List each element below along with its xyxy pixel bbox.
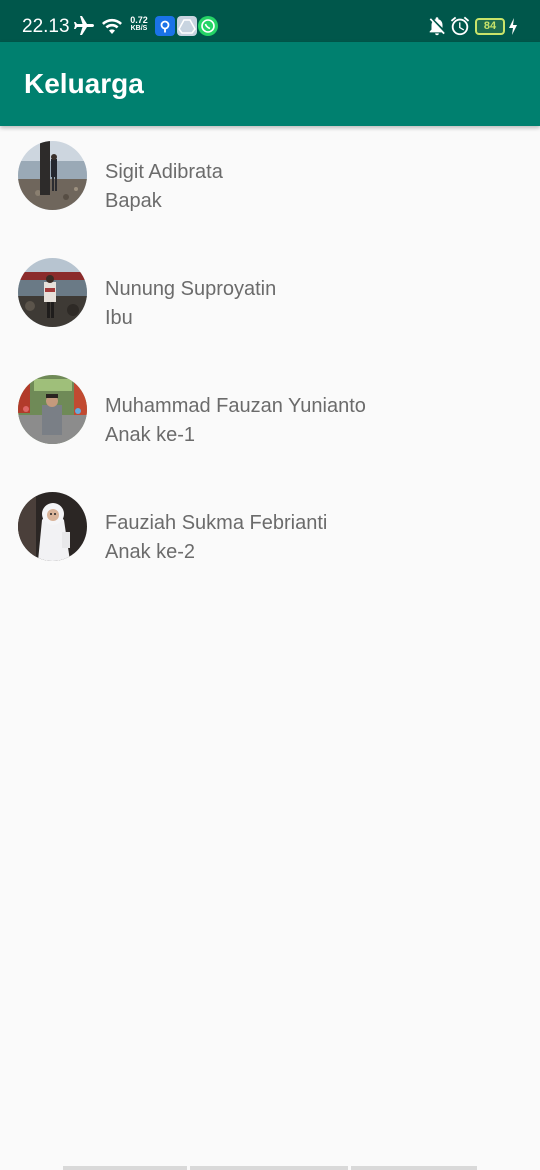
- status-bar: 22.13 0.72 KB/S 84: [0, 0, 540, 42]
- list-item-sigit[interactable]: Sigit Adibrata Bapak: [0, 126, 540, 243]
- avatar: [18, 492, 87, 561]
- notifications-off-icon: [429, 17, 445, 36]
- whatsapp-icon: [198, 16, 218, 36]
- network-speed-unit: KB/S: [130, 25, 148, 32]
- member-role: Anak ke-2: [105, 541, 196, 563]
- app-notification-icon: [155, 16, 175, 36]
- member-name: Sigit Adibrata: [105, 161, 223, 183]
- list-item-fauziah[interactable]: Fauziah Sukma Febrianti Anak ke-2: [0, 477, 540, 594]
- member-name: Muhammad Fauzan Yunianto: [105, 395, 366, 417]
- network-speed: 0.72 KB/S: [128, 16, 150, 33]
- charging-icon: [509, 18, 517, 35]
- member-role: Bapak: [105, 190, 162, 212]
- bottom-scroll-indicator: [351, 1166, 477, 1170]
- list-item-fauzan[interactable]: Muhammad Fauzan Yunianto Anak ke-1: [0, 360, 540, 477]
- avatar: [18, 375, 87, 444]
- airplane-mode-icon: [74, 16, 94, 35]
- status-time: 22.13: [22, 16, 70, 37]
- network-speed-value: 0.72: [130, 15, 148, 25]
- page-title: Keluarga: [24, 68, 144, 99]
- alarm-icon: [450, 16, 470, 36]
- wifi-icon: [102, 18, 122, 34]
- list-item-nunung[interactable]: Nunung Suproyatin Ibu: [0, 243, 540, 360]
- member-name: Fauziah Sukma Febrianti: [105, 512, 328, 534]
- member-role: Anak ke-1: [105, 424, 196, 446]
- member-role: Ibu: [105, 307, 133, 329]
- member-name: Nunung Suproyatin: [105, 278, 277, 300]
- avatar: [18, 141, 87, 210]
- drive-notification-icon: [177, 16, 197, 36]
- battery-icon: 84: [475, 18, 505, 35]
- avatar: [18, 258, 87, 327]
- bottom-scroll-indicator: [63, 1166, 187, 1170]
- app-bar: Keluarga: [0, 42, 540, 126]
- bottom-scroll-indicator: [190, 1166, 348, 1170]
